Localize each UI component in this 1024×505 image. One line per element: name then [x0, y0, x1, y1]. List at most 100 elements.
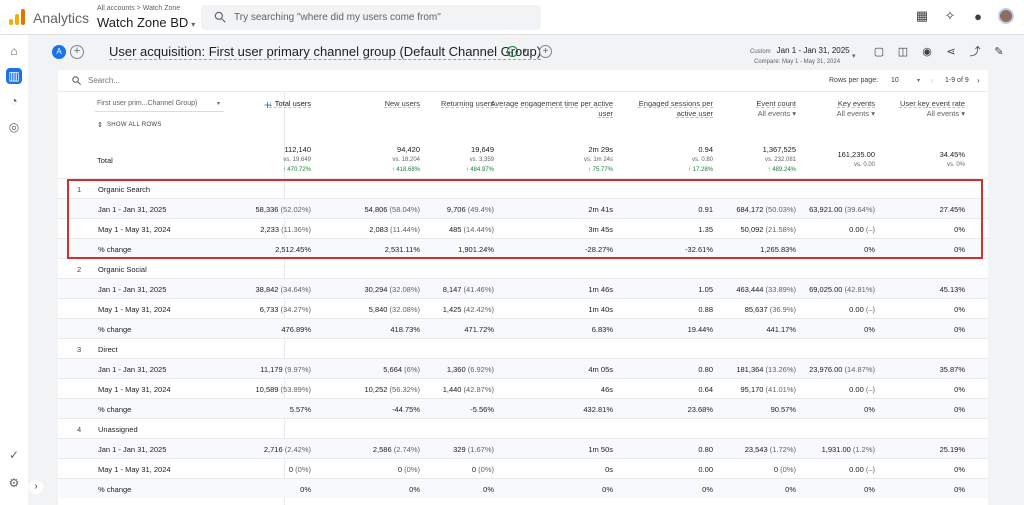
- cell-percent: (34.64%): [278, 285, 311, 294]
- cell-value: 46s: [600, 385, 613, 394]
- edit-comparison-icon[interactable]: ▢: [872, 45, 886, 59]
- table-cell: 9,706 (49.4%): [399, 205, 494, 214]
- search-insights-icon[interactable]: ✧: [942, 8, 958, 24]
- table-cell: 23.68%: [618, 405, 713, 414]
- table-cell: 1,931.00 (1.2%): [780, 445, 875, 454]
- column-header[interactable]: Key events All events ▾: [780, 99, 875, 119]
- column-header[interactable]: Returning users: [399, 99, 494, 109]
- table-cell: 3m 45s: [518, 225, 613, 234]
- column-header[interactable]: ↓ Total users: [216, 99, 311, 109]
- help-icon[interactable]: ●: [970, 8, 986, 24]
- table-row: % change 5.57% -44.75% -5.56% 432.81% 23.68% 9…: [58, 398, 988, 418]
- table-cell: 0.00 (–): [780, 305, 875, 314]
- table-cell: 0%: [870, 405, 965, 414]
- home-icon[interactable]: ⌂: [6, 43, 22, 59]
- cell-value: 1m 50s: [588, 445, 613, 454]
- table-cell: 0%: [870, 465, 965, 474]
- table-cell: 2m 41s: [518, 205, 613, 214]
- compare-range: Compare: May 1 - May 31, 2024: [754, 59, 841, 65]
- row-label: Organic Search: [98, 185, 151, 194]
- avatar[interactable]: [998, 8, 1014, 24]
- table-cell: 329 (1.67%): [399, 445, 494, 454]
- date-range-picker[interactable]: Custom Jan 1 - Jan 31, 2025: [750, 46, 850, 55]
- table-cell: 27.45%: [870, 205, 965, 214]
- top-icons: ▦ ✧ ●: [914, 8, 1014, 24]
- share-icon[interactable]: ⋖: [944, 45, 958, 59]
- analytics-logo-icon[interactable]: [9, 9, 25, 25]
- cell-value: 181,364: [736, 365, 764, 374]
- report-header: A + User acquisition: First user primary…: [44, 35, 1004, 70]
- dimension-selector[interactable]: First user prim...Channel Group) ▾: [95, 98, 224, 112]
- table-cell: 485 (14.44%): [399, 225, 494, 234]
- column-header-label: Average engagement time per active user: [490, 99, 613, 118]
- event-selector[interactable]: All events ▾: [780, 109, 875, 119]
- chevron-down-icon[interactable]: ▾: [917, 77, 920, 84]
- cell-value: 11,179: [260, 365, 283, 374]
- table-cell: 0.91: [618, 205, 713, 214]
- cell-percent: (41.46%): [461, 285, 494, 294]
- advertising-icon[interactable]: ◎: [6, 119, 22, 135]
- cell-percent: (1.67%): [465, 445, 494, 454]
- cell-percent: (2.42%): [282, 445, 311, 454]
- table-cell: 1.35: [618, 225, 713, 234]
- top-bar: Analytics All accounts > Watch Zone Watc…: [0, 0, 1024, 35]
- table-row: % change 476.89% 418.73% 471.72% 6.83% 19.44%…: [58, 318, 988, 338]
- check-icon[interactable]: ✓: [6, 447, 22, 463]
- column-header[interactable]: User key event rate All events ▾: [870, 99, 965, 119]
- table-cell: 10,589 (53.89%): [216, 385, 311, 394]
- table-cell: 0.00 (–): [780, 385, 875, 394]
- table-search-input[interactable]: [88, 76, 288, 85]
- table-cell: 0 (0%): [399, 465, 494, 474]
- table-toolbar: Rows per page: 10 ▾ ‹ 1-9 of 9 ›: [58, 70, 988, 92]
- cell-value: 0%: [602, 485, 613, 494]
- pencil-icon[interactable]: ✎: [992, 45, 1006, 59]
- cell-value: 2m 41s: [588, 205, 613, 214]
- cell-value: 1m 46s: [588, 285, 613, 294]
- trend-icon[interactable]: ⤴: [968, 45, 982, 59]
- gear-icon[interactable]: ⚙: [6, 475, 22, 491]
- total-compare: vs. 0%: [946, 162, 965, 168]
- total-change: ↑ 75.77%: [587, 167, 613, 173]
- property-selector[interactable]: Watch Zone BD ▾: [97, 15, 195, 30]
- check-circle-icon[interactable]: ✓: [507, 46, 518, 57]
- cell-value: 485: [448, 225, 462, 234]
- explore-icon[interactable]: ◔: [6, 93, 22, 109]
- chevron-left-icon[interactable]: ‹: [931, 76, 934, 85]
- cell-value: 63,921.00: [809, 205, 843, 214]
- account-breadcrumb[interactable]: All accounts > Watch Zone: [97, 5, 180, 12]
- chevron-down-icon: ▾: [191, 20, 196, 29]
- cell-percent: (53.89%): [278, 385, 311, 394]
- chevron-right-icon[interactable]: ›: [977, 76, 980, 85]
- event-selector[interactable]: All events ▾: [870, 109, 965, 119]
- cell-percent: (0%): [293, 465, 311, 474]
- column-header[interactable]: Average engagement time per active user: [488, 99, 613, 119]
- chevron-down-icon[interactable]: ▾: [852, 52, 856, 60]
- cell-value: 50,092: [740, 225, 764, 234]
- reports-icon[interactable]: ▥: [6, 68, 22, 84]
- cell-value: 25.19%: [939, 445, 965, 454]
- page-title[interactable]: User acquisition: First user primary cha…: [109, 44, 542, 60]
- add-comparison-button[interactable]: +: [70, 45, 84, 59]
- table-row: Jan 1 - Jan 31, 2025 11,179 (9.97%) 5,664 …: [58, 358, 988, 378]
- table-cell: 471.72%: [399, 325, 494, 334]
- report-table-card: Rows per page: 10 ▾ ‹ 1-9 of 9 › First u…: [58, 70, 988, 505]
- insights-icon[interactable]: ◉: [920, 45, 934, 59]
- row-label: Jan 1 - Jan 31, 2025: [98, 205, 167, 214]
- compare-icon[interactable]: ◫: [896, 45, 910, 59]
- column-header[interactable]: Engaged sessions per active user: [618, 99, 713, 119]
- add-filter-button[interactable]: +: [539, 45, 552, 58]
- table-cell: 0%: [618, 485, 713, 494]
- group-row: 1 Organic Search: [58, 178, 988, 198]
- rows-per-page-select[interactable]: 10: [891, 77, 899, 84]
- apps-grid-icon[interactable]: ▦: [914, 8, 930, 24]
- expand-nav-icon[interactable]: ›: [29, 480, 43, 494]
- table-cell: 0.88: [618, 305, 713, 314]
- row-number: 3: [77, 345, 82, 354]
- row-label: May 1 - May 31, 2024: [98, 305, 171, 314]
- table-cell: 1,360 (6.92%): [399, 365, 494, 374]
- show-all-rows-button[interactable]: SHOW ALL ROWS: [107, 122, 162, 128]
- comparison-chip[interactable]: A: [52, 45, 66, 59]
- global-search[interactable]: Try searching "where did my users come f…: [201, 5, 541, 30]
- chevron-down-icon[interactable]: ▾: [523, 46, 527, 55]
- table-cell: 35.87%: [870, 365, 965, 374]
